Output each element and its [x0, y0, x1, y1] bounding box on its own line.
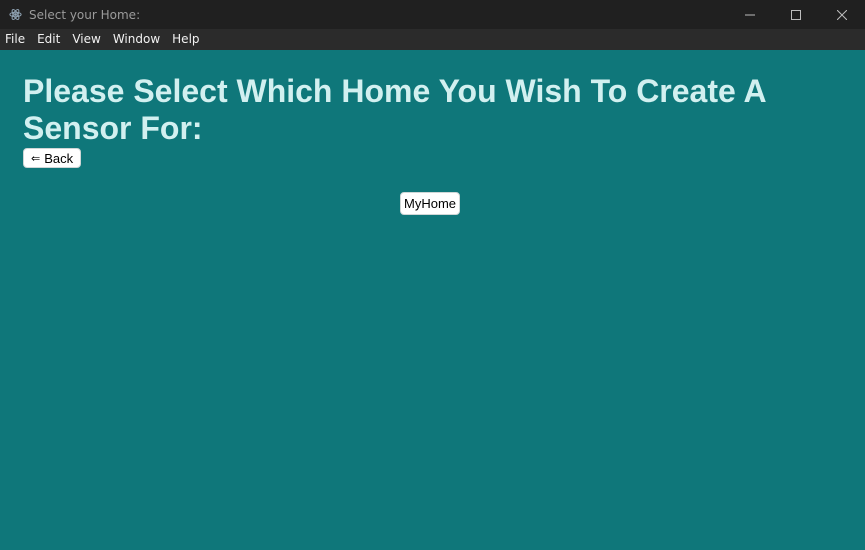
close-icon — [837, 9, 847, 20]
minimize-icon — [745, 14, 755, 15]
home-option-button[interactable]: MyHome — [400, 192, 461, 215]
menu-edit[interactable]: Edit — [31, 29, 66, 50]
electron-app-icon — [8, 8, 22, 22]
maximize-icon — [791, 9, 801, 20]
minimize-button[interactable] — [727, 0, 773, 29]
window-controls — [727, 0, 865, 29]
main-content: Please Select Which Home You Wish To Cre… — [0, 50, 865, 550]
menu-file[interactable]: File — [0, 29, 31, 50]
window-title: Select your Home: — [29, 7, 141, 22]
menu-view[interactable]: View — [66, 29, 106, 50]
back-button[interactable]: ⇐ Back — [23, 148, 82, 168]
maximize-button[interactable] — [773, 0, 819, 29]
menu-bar: File Edit View Window Help — [0, 29, 865, 50]
menu-help[interactable]: Help — [166, 29, 205, 50]
left-arrow-icon: ⇐ — [31, 152, 41, 165]
app-window: Select your Home: File Edit View Window … — [0, 0, 865, 550]
back-button-label: Back — [44, 150, 74, 166]
page-title: Please Select Which Home You Wish To Cre… — [23, 73, 766, 146]
menu-window[interactable]: Window — [107, 29, 166, 50]
title-bar[interactable]: Select your Home: — [0, 0, 865, 29]
close-button[interactable] — [819, 0, 865, 29]
